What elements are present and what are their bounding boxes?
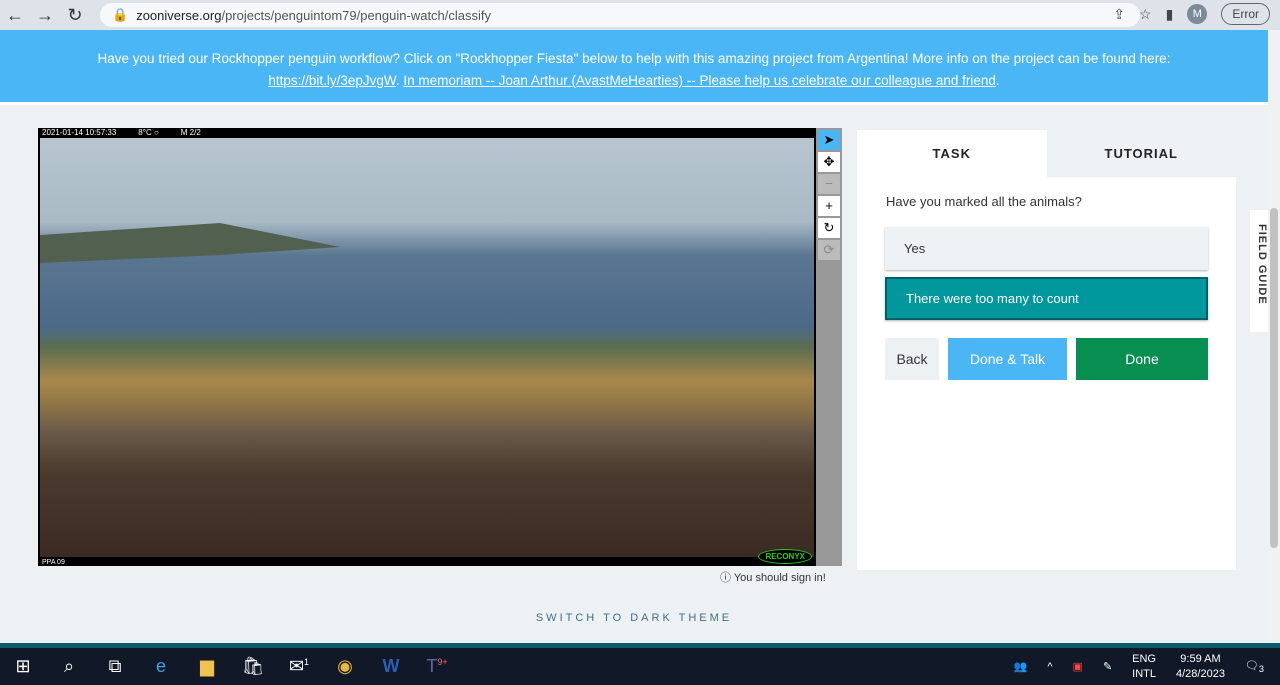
image-toolbar: ➤ ✥ − + ↻ ⟳: [816, 128, 842, 566]
back-icon[interactable]: ←: [0, 5, 30, 26]
file-explorer-icon[interactable]: ▆: [184, 656, 230, 677]
chrome-icon[interactable]: ◉: [322, 656, 368, 677]
done-talk-button[interactable]: Done & Talk: [948, 338, 1067, 380]
penguin-colony-photo[interactable]: [40, 138, 814, 557]
pen-icon[interactable]: ✎: [1103, 660, 1112, 673]
security-alert-icon[interactable]: ▣: [1073, 660, 1083, 673]
people-icon[interactable]: 👥: [1014, 660, 1028, 673]
edge-icon[interactable]: e: [138, 656, 184, 677]
error-button[interactable]: Error: [1221, 3, 1270, 25]
task-question: Have you marked all the animals?: [886, 194, 1082, 209]
answer-yes[interactable]: Yes: [885, 227, 1208, 270]
taskbar: ⊞ ⌕ ⧉ e ▆ 🛍 ✉1 ◉ W T9+ 👥 ^ ▣ ✎ ENG INTL 9…: [0, 648, 1280, 685]
answer-too-many[interactable]: There were too many to count: [885, 277, 1208, 320]
reconyx-logo: RECONYX: [758, 549, 812, 564]
share-icon[interactable]: ⇪: [1113, 6, 1125, 23]
rotate-icon[interactable]: ↻: [818, 218, 840, 238]
memoriam-link[interactable]: In memoriam -- Joan Arthur (AvastMeHeart…: [403, 73, 996, 88]
avatar[interactable]: M: [1187, 4, 1208, 24]
address-bar[interactable]: 🔒 zooniverse.org/projects/penguintom79/pe…: [100, 3, 1140, 27]
notifications-icon[interactable]: 🗨3: [1245, 659, 1264, 674]
zoom-in-icon[interactable]: +: [818, 196, 840, 216]
clock[interactable]: 9:59 AM 4/28/2023: [1176, 652, 1225, 682]
dark-theme-toggle[interactable]: SWITCH TO DARK THEME: [0, 612, 1268, 624]
tab-tutorial[interactable]: TUTORIAL: [1046, 130, 1236, 177]
done-button[interactable]: Done: [1076, 338, 1208, 380]
pointer-icon[interactable]: ➤: [818, 130, 840, 150]
scrollbar-thumb[interactable]: [1270, 208, 1278, 548]
scrollbar[interactable]: [1268, 30, 1280, 645]
windows-start-icon[interactable]: ⊞: [0, 656, 46, 677]
announcement-banner: Have you tried our Rockhopper penguin wo…: [0, 30, 1268, 105]
reload-icon[interactable]: ↻: [60, 5, 90, 26]
subject-image[interactable]: 2021-01-14 10:57:33 8°C ○ M 2/2 PPA 09 REC…: [38, 128, 816, 566]
task-panel: TASK TUTORIAL Have you marked all the ani…: [857, 130, 1236, 570]
mail-icon[interactable]: ✉1: [276, 656, 322, 677]
star-icon[interactable]: ☆: [1139, 6, 1152, 23]
chevron-up-icon[interactable]: ^: [1047, 661, 1052, 673]
bitly-link[interactable]: https://bit.ly/3epJvgW: [268, 73, 396, 88]
lock-icon: 🔒: [112, 7, 129, 22]
sign-in-notice: ⓘ You should sign in!: [720, 572, 826, 584]
task-view-icon[interactable]: ⧉: [92, 656, 138, 677]
teams-icon[interactable]: T9+: [414, 656, 460, 677]
reset-icon[interactable]: ⟳: [818, 240, 840, 260]
zoom-out-icon[interactable]: −: [818, 174, 840, 194]
forward-icon[interactable]: →: [30, 5, 60, 26]
field-guide-tab[interactable]: FIELD GUIDE: [1250, 210, 1268, 332]
store-icon[interactable]: 🛍: [230, 656, 276, 677]
info-icon: ⓘ: [720, 572, 731, 584]
word-icon[interactable]: W: [368, 656, 414, 677]
sidepanel-icon[interactable]: ▮: [1166, 6, 1174, 23]
pan-icon[interactable]: ✥: [818, 152, 840, 172]
search-icon[interactable]: ⌕: [46, 656, 92, 677]
tab-task[interactable]: TASK: [857, 130, 1047, 177]
browser-toolbar: ← → ↻ 🔒 zooniverse.org/projects/penguinto…: [0, 0, 1280, 30]
back-button[interactable]: Back: [885, 338, 939, 380]
language-indicator[interactable]: ENG INTL: [1132, 652, 1156, 682]
